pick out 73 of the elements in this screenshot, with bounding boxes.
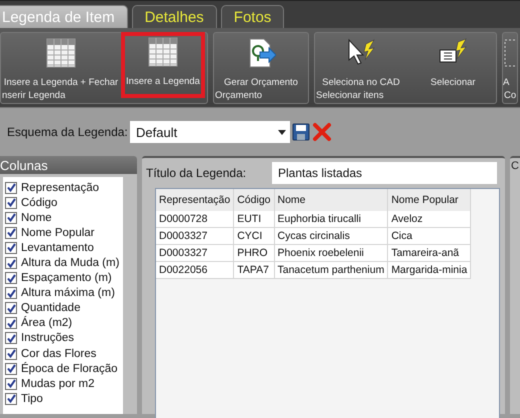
- checkbox-label: Nome: [21, 212, 52, 224]
- checkbox[interactable]: [5, 287, 17, 300]
- table-cell: Tanacetum parthenium: [274, 262, 388, 278]
- checkbox[interactable]: [5, 242, 17, 254]
- checkbox-label: Código: [21, 196, 58, 209]
- ribbon-button[interactable]: Gerar Orçamento: [214, 33, 308, 89]
- table-cell: Tamareira-anã: [388, 244, 471, 262]
- checkbox-label: Representação: [21, 182, 99, 194]
- table-icon: [46, 38, 76, 68]
- checkbox-label: Mudas por m2: [21, 378, 95, 390]
- checkbox[interactable]: [5, 378, 17, 390]
- checkbox[interactable]: [5, 226, 17, 239]
- table-cell: D0003327: [156, 228, 234, 244]
- table-cell: Phoenix roebelenii: [274, 244, 388, 262]
- checkbox-label: Instruções: [21, 332, 74, 344]
- title-field[interactable]: Plantas listadas: [272, 162, 497, 184]
- checkbox[interactable]: [5, 362, 17, 375]
- checkbox-label: Altura da Muda (m): [21, 257, 120, 270]
- checkbox-label: Quantidade: [21, 302, 80, 314]
- table-cell: D0000728: [156, 211, 234, 228]
- checkbox-label: Tipo: [21, 392, 43, 405]
- table-cell: D0003327: [156, 244, 234, 262]
- table-cell: Euphorbia tirucalli: [274, 211, 388, 228]
- ribbon-button[interactable]: A: [503, 33, 517, 89]
- ribbon-button[interactable]: Insere a Legenda + Fechar: [1, 33, 121, 89]
- field-label: Título da Legenda:: [146, 166, 248, 180]
- group-label: Orçamento: [214, 90, 263, 103]
- ribbon-button[interactable]: Seleciona no CAD: [315, 33, 407, 89]
- ribbon-button[interactable]: Insere a Legenda: [121, 32, 205, 98]
- checkbox[interactable]: [5, 317, 17, 330]
- group-label: nserir Legenda: [1, 90, 66, 103]
- checkbox-label: Espaçamento (m): [21, 272, 112, 284]
- checkbox[interactable]: [5, 257, 17, 270]
- ribbon-button[interactable]: Selecionar: [407, 33, 499, 89]
- column-header[interactable]: Nome Popular: [388, 189, 471, 211]
- table-cell: Cycas circinalis: [274, 228, 388, 244]
- table-cell: Cica: [388, 228, 471, 244]
- panel-title: Colunas: [0, 156, 137, 174]
- column-header[interactable]: Código: [234, 189, 274, 211]
- checkbox-label: Cor das Flores: [21, 348, 96, 360]
- checkbox[interactable]: [5, 332, 17, 344]
- table-cell: PHRO: [234, 244, 274, 262]
- checkbox[interactable]: [5, 182, 17, 194]
- checkbox[interactable]: [5, 212, 17, 224]
- checkbox[interactable]: [5, 302, 17, 314]
- group-label: Co: [503, 90, 518, 103]
- table-cell: EUTI: [234, 211, 274, 228]
- group-label: Selecionar itens: [315, 90, 385, 103]
- tab[interactable]: Detalhes: [132, 5, 217, 28]
- checkbox-label: Nome Popular: [21, 226, 95, 239]
- tab[interactable]: Fotos: [220, 5, 284, 28]
- table-cell: D0022056: [156, 262, 234, 278]
- panel-title: C: [511, 160, 519, 172]
- checkbox-label: Altura máxima (m): [21, 287, 115, 300]
- checkbox[interactable]: [5, 392, 17, 405]
- checkbox[interactable]: [5, 348, 17, 360]
- checkbox-label: Época de Floração: [21, 362, 118, 375]
- column-header[interactable]: Nome: [274, 189, 388, 211]
- table-cell: CYCI: [234, 228, 274, 244]
- scheme-dropdown[interactable]: Default: [130, 121, 290, 143]
- checkbox-label: Levantamento: [21, 242, 94, 254]
- column-header[interactable]: Representação: [156, 189, 234, 211]
- checkbox-label: Área (m2): [21, 317, 72, 330]
- checkbox[interactable]: [5, 272, 17, 284]
- dotted-frame-icon: [503, 38, 515, 68]
- table-cell: TAPA7: [234, 262, 274, 278]
- field-label: Esquema da Legenda:: [7, 125, 129, 139]
- caret-icon: [278, 130, 286, 134]
- table-cell: Aveloz: [388, 211, 471, 228]
- table-icon: [148, 37, 178, 67]
- table-cell: Margarida-minia: [388, 262, 471, 278]
- checkbox[interactable]: [5, 196, 17, 209]
- save-icon[interactable]: [292, 123, 310, 141]
